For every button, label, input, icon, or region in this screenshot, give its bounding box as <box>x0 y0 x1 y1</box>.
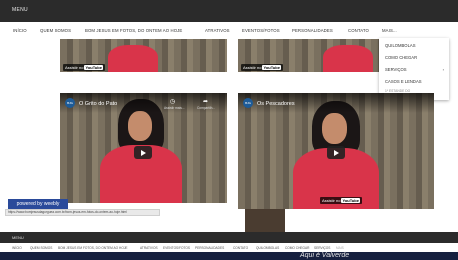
video-o-grito-do-pato[interactable]: BJG O Grito do Pato ◷ Assistir mais... ➦… <box>60 93 227 203</box>
channel-logo[interactable]: BJG <box>243 98 253 108</box>
site-header: MENU <box>0 0 458 22</box>
share-icon[interactable]: ➦ <box>203 98 208 105</box>
powered-by-badge[interactable]: powered by weebly <box>8 199 68 209</box>
footer-nav-mais[interactable]: MAIS <box>336 246 344 250</box>
footer-nav-como-chegar[interactable]: COMO CHEGAR <box>285 246 309 250</box>
menu-label[interactable]: MENU <box>12 7 28 13</box>
presenter-face <box>128 111 152 141</box>
presenter-shirt <box>323 45 373 72</box>
presenter-shirt <box>108 45 158 72</box>
video-os-pescadores[interactable]: BJG Os Pescadores Assistir no YouTube <box>238 93 434 209</box>
footer-nav-eventos[interactable]: EVENTOS/FOTOS <box>163 246 190 250</box>
presenter-face <box>322 113 347 144</box>
nav-item-atrativos[interactable]: ATRATIVOS <box>205 28 230 33</box>
dropdown-item-servicos[interactable]: SERVIÇOS <box>385 67 407 72</box>
main-nav: INÍCIO QUEM SOMOS BOM JESUS EM FOTOS, DO… <box>0 22 458 39</box>
video-top-right[interactable]: Assistir no YouTube <box>238 39 379 72</box>
nav-item-eventos-fotos[interactable]: EVENTOS/FOTOS <box>242 28 280 33</box>
dropdown-item-como-chegar[interactable]: COMO CHEGAR <box>385 55 417 60</box>
nav-item-quem-somos[interactable]: QUEM SOMOS <box>40 28 71 33</box>
dropdown-item-casos-e-lendas[interactable]: CASOS E LENDAS <box>385 79 422 84</box>
footer-nav-contato[interactable]: CONTATO <box>233 246 248 250</box>
clock-icon[interactable]: ◷ <box>170 98 175 105</box>
nav-item-inicio[interactable]: INÍCIO <box>13 28 27 33</box>
footer-nav-quem-somos[interactable]: QUEM SOMOS <box>30 246 52 250</box>
play-button-icon[interactable] <box>327 146 345 159</box>
video-top-left[interactable]: Assistir no YouTube <box>60 39 227 72</box>
video-title[interactable]: O Grito do Pato <box>79 101 117 107</box>
caption-strip: Aqui é Valverde <box>0 252 458 260</box>
watch-on-youtube[interactable]: Assistir no YouTube <box>320 197 362 204</box>
footer-menu-label[interactable]: MENU <box>12 235 24 240</box>
play-button-icon[interactable] <box>134 146 152 159</box>
footer-nav-bom-jesus[interactable]: BOM JESUS EM FOTOS, DO ONTEM AO HOJE <box>58 246 128 250</box>
footer-nav-personalidades[interactable]: PERSONALIDADES <box>195 246 224 250</box>
watch-on-label: Assistir no <box>243 65 262 70</box>
more-dropdown-menu: QUILOMBOLAS COMO CHEGAR SERVIÇOS › CASOS… <box>379 38 449 100</box>
watch-on-label: Assistir no <box>65 65 84 70</box>
watch-on-label: Assistir no <box>322 198 341 203</box>
youtube-logo-icon: YouTube <box>84 65 103 70</box>
youtube-logo-icon: YouTube <box>262 65 281 70</box>
browser-status-url: https://www.bomjesusdagurguea.com.br/bom… <box>5 209 160 216</box>
video-title[interactable]: Os Pescadores <box>257 101 295 107</box>
footer-nav: INÍCIO QUEM SOMOS BOM JESUS EM FOTOS, DO… <box>0 243 458 252</box>
footer-nav-servicos[interactable]: SERVIÇOS <box>314 246 330 250</box>
footer-bar: MENU <box>0 232 458 243</box>
youtube-logo-icon: YouTube <box>341 198 360 203</box>
footer-nav-atrativos[interactable]: ATRATIVOS <box>140 246 158 250</box>
watch-on-youtube[interactable]: Assistir no YouTube <box>63 64 105 71</box>
footer-nav-quilombolas[interactable]: QUILOMBOLAS <box>256 246 279 250</box>
watch-later-label[interactable]: Assistir mais... <box>164 106 185 110</box>
nav-item-contato[interactable]: CONTATO <box>348 28 369 33</box>
channel-logo[interactable]: BJG <box>65 98 75 108</box>
nav-item-mais[interactable]: MAIS... <box>382 28 397 33</box>
caption-text: Aqui é Valverde <box>300 252 350 259</box>
share-label[interactable]: Compartilh... <box>197 106 215 110</box>
watch-on-youtube[interactable]: Assistir no YouTube <box>241 64 283 71</box>
footer-nav-inicio[interactable]: INÍCIO <box>12 246 22 250</box>
nav-item-personalidades[interactable]: PERSONALIDADES <box>292 28 333 33</box>
dropdown-item-quilombolas[interactable]: QUILOMBOLAS <box>385 43 415 48</box>
page: MENU INÍCIO QUEM SOMOS BOM JESUS EM FOTO… <box>0 0 458 260</box>
chevron-right-icon: › <box>442 67 444 72</box>
nav-item-bom-jesus-em-fotos[interactable]: BOM JESUS EM FOTOS, DO ONTEM AO HOJE <box>85 28 182 33</box>
